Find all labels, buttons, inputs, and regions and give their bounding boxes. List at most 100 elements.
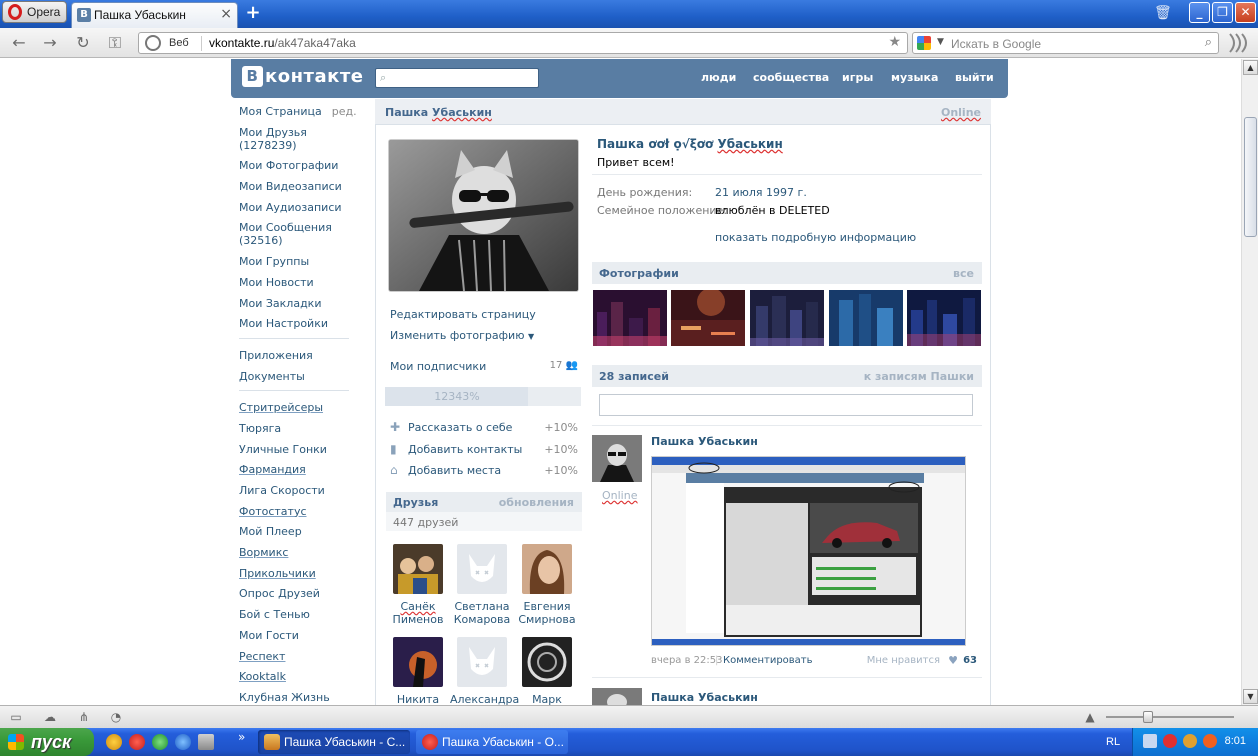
back-icon[interactable]: ← [9,34,29,52]
address-field[interactable]: Веб vkontakte.ru/ak47aka47aka ★ [138,32,908,54]
minimize-button[interactable]: _ [1189,2,1210,23]
tab-close-icon[interactable]: × [220,6,232,22]
friends-updates-link[interactable]: обновления [499,496,574,509]
opera-icon[interactable] [129,734,145,750]
google-icon[interactable] [917,36,931,50]
nav-games[interactable]: игры [842,71,873,84]
app-link[interactable]: Фармандия [239,463,359,476]
app-link[interactable]: Kooktalk [239,670,359,683]
subscribers-row[interactable]: Мои подписчики 17 👥 [386,357,578,377]
menu-my-bookmarks[interactable]: Мои Закладки [239,297,359,310]
profile-avatar[interactable] [389,140,578,291]
menu-my-videos[interactable]: Мои Видеозаписи [239,180,359,193]
restore-button[interactable]: ❐ [1212,2,1233,23]
menu-my-photos[interactable]: Мои Фотографии [239,159,359,172]
friend-card[interactable]: Марк [515,637,579,705]
app-link[interactable]: Стритрейсеры [239,401,359,414]
share-icon[interactable]: ⋔ [76,710,92,724]
menu-my-friends[interactable]: Мои Друзья (1278239) [239,126,359,152]
photo-thumb[interactable] [829,290,903,346]
ie-icon[interactable] [175,734,191,750]
app-link[interactable]: Мои Гости [239,629,359,642]
turbo-icon[interactable]: ▲ [1082,710,1098,724]
profile-status[interactable]: Привет всем! [597,156,675,169]
menu-apps[interactable]: Приложения [239,349,359,362]
app-link[interactable]: Лига Скорости [239,484,359,497]
speed-dial-icon[interactable]: ◔ [108,710,124,724]
photo-thumb[interactable] [593,290,667,346]
friend-card[interactable]: Евгения Смирнова [515,544,579,626]
bonus-about[interactable]: ✚ Рассказать о себе +10% [390,421,578,435]
key-icon[interactable]: ⚿ [105,34,125,52]
volume-icon[interactable] [1183,734,1197,748]
app-link[interactable]: Фотостатус [239,505,359,518]
quicklaunch-icon[interactable] [106,734,122,750]
bonus-places[interactable]: ⌂ Добавить места +10% [390,464,578,478]
edit-link[interactable]: ред. [332,105,357,118]
nav-people[interactable]: люди [701,71,736,84]
app-link[interactable]: Бой с Тенью [239,608,359,621]
opera-link-icon[interactable] [1226,32,1250,54]
app-link[interactable]: Клубная Жизнь [239,691,359,704]
search-field[interactable]: ▼ Искать в Google ⌕ [912,32,1219,54]
taskbar-item[interactable]: Пашка Убаськин - С... [258,730,410,754]
friend-card[interactable]: Санёк Пименов [386,544,450,626]
photo-thumb[interactable] [907,290,981,346]
vk-search-input[interactable]: ⌕ [375,68,539,88]
new-tab-button[interactable]: + [244,3,262,23]
opera-menu-button[interactable]: Opera [2,1,67,23]
photos-all-link[interactable]: все [953,267,974,280]
forward-icon[interactable]: → [40,34,60,52]
post-date[interactable]: вчера в 22:53 [651,655,723,666]
menu-my-groups[interactable]: Мои Группы [239,255,359,268]
nav-music[interactable]: музыка [891,71,938,84]
nav-logout[interactable]: выйти [955,71,994,84]
post-author-name[interactable]: Пашка Убаськин [651,435,758,448]
icq-icon[interactable] [152,734,168,750]
browser-tab[interactable]: В Пашка Убаськин × [71,2,238,28]
vk-logo[interactable]: Вконтакте [242,66,363,90]
app-icon[interactable] [198,734,214,750]
zoom-slider[interactable] [1106,710,1236,724]
post-author-name[interactable]: Пашка Убаськин [651,691,758,704]
photos-header[interactable]: Фотографии все [592,262,982,284]
vertical-scrollbar[interactable]: ▲ ▼ [1241,59,1258,705]
edit-page-link[interactable]: Редактировать страницу [390,308,536,321]
friend-card[interactable]: Александра [450,637,519,705]
photo-thumb[interactable] [671,290,745,346]
change-photo-link[interactable]: Изменить фотографию ▼ [390,329,534,342]
post-author-avatar[interactable] [592,435,642,482]
app-link[interactable]: Респект [239,650,359,663]
menu-my-page[interactable]: Моя Страница ред. [239,105,359,118]
app-link[interactable]: Мой Плеер [239,525,359,538]
friend-card[interactable]: Никита [386,637,450,705]
nav-communities[interactable]: сообщества [753,71,829,84]
close-button[interactable]: ✕ [1235,2,1256,23]
more-quicklaunch-icon[interactable]: » [238,730,245,744]
app-link[interactable]: Уличные Гонки [239,443,359,456]
search-icon[interactable]: ⌕ [1205,35,1212,50]
birthday-link[interactable]: 21 июля 1997 г. [715,186,807,199]
show-more-info-link[interactable]: показать подробную информацию [715,231,916,244]
chevron-down-icon[interactable]: ▼ [937,37,944,47]
taskbar-item[interactable]: Пашка Убаськин - О... [416,730,568,754]
menu-my-settings[interactable]: Мои Настройки [239,317,359,330]
start-button[interactable]: пуск [0,728,94,756]
menu-my-news[interactable]: Мои Новости [239,276,359,289]
antivirus-icon[interactable] [1163,734,1177,748]
wall-post-input[interactable] [599,394,973,416]
wall-posts-link[interactable]: к записям Пашки [864,370,974,383]
language-indicator[interactable]: RL [1106,736,1120,748]
menu-documents[interactable]: Документы [239,370,359,383]
tray-app-icon[interactable] [1203,734,1217,748]
bonus-contacts[interactable]: ▮ Добавить контакты +10% [390,443,578,457]
app-link[interactable]: Опрос Друзей [239,587,359,600]
trash-icon[interactable]: 🗑 [1154,5,1172,21]
friends-header[interactable]: Друзья обновления [386,492,582,512]
app-link[interactable]: Прикольчики [239,567,359,580]
wall-header[interactable]: 28 записей к записям Пашки [592,365,982,387]
post-screenshot-image[interactable] [651,456,966,646]
friend-card[interactable]: Светлана Комарова [450,544,514,626]
panel-toggle-icon[interactable]: ▭ [8,710,24,724]
comment-link[interactable]: Комментировать [723,655,813,666]
